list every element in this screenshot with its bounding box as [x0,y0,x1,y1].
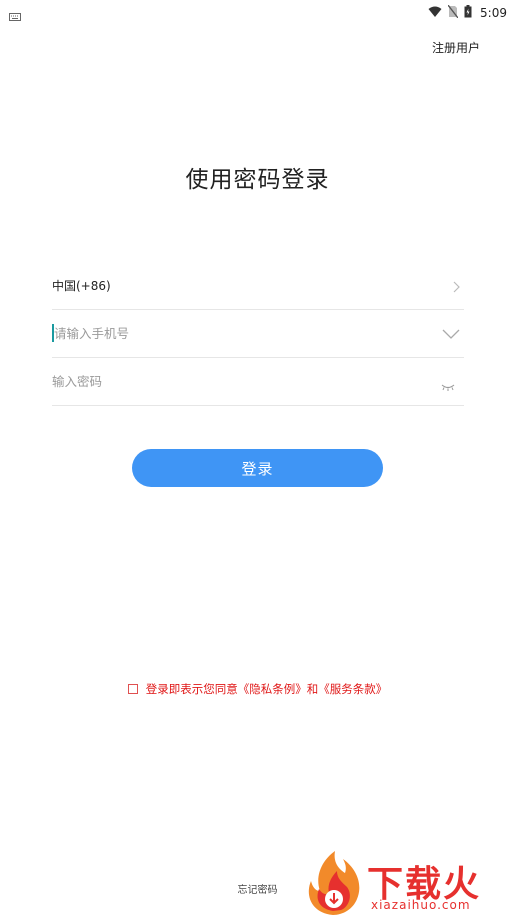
battery-icon [464,3,472,22]
watermark-logo: 下载火 xiazaihuo.com [303,847,515,917]
watermark-url: xiazaihuo.com [371,898,471,912]
no-sim-icon [447,3,459,22]
country-code-label: 中国(+86) [52,279,111,293]
keyboard-icon [9,6,21,25]
agreement-checkbox[interactable] [127,684,138,694]
password-input[interactable] [52,368,422,394]
flame-logo-icon [308,851,360,915]
page-title: 使用密码登录 [185,167,330,193]
register-user-link[interactable]: 注册用户 [432,39,480,56]
login-button[interactable]: 登录 [132,449,383,487]
terms-of-service-link[interactable]: 《服务条款》 [318,681,387,697]
wifi-icon [428,3,442,22]
chevron-right-icon [453,278,460,297]
chevron-down-icon[interactable] [442,324,460,343]
privacy-policy-link[interactable]: 《隐私条例》 [238,681,307,697]
password-field [52,358,464,406]
status-time: 5:09 [480,5,507,20]
agreement-conjunction: 和 [306,682,319,696]
status-icons: 5:09 [428,3,507,22]
status-bar: 5:09 [0,0,515,22]
country-selector[interactable]: 中国(+86) [52,262,464,310]
agreement-row: 登录即表示您同意 《隐私条例》 和 《服务条款》 [0,681,515,697]
phone-input[interactable] [54,320,424,346]
login-screen: 5:09 注册用户 使用密码登录 中国(+86) 登录 登录即表示您同意 《隐私… [0,0,515,917]
agreement-text: 登录即表示您同意 [145,682,238,696]
phone-field [52,310,464,358]
eye-closed-icon[interactable] [441,376,455,395]
